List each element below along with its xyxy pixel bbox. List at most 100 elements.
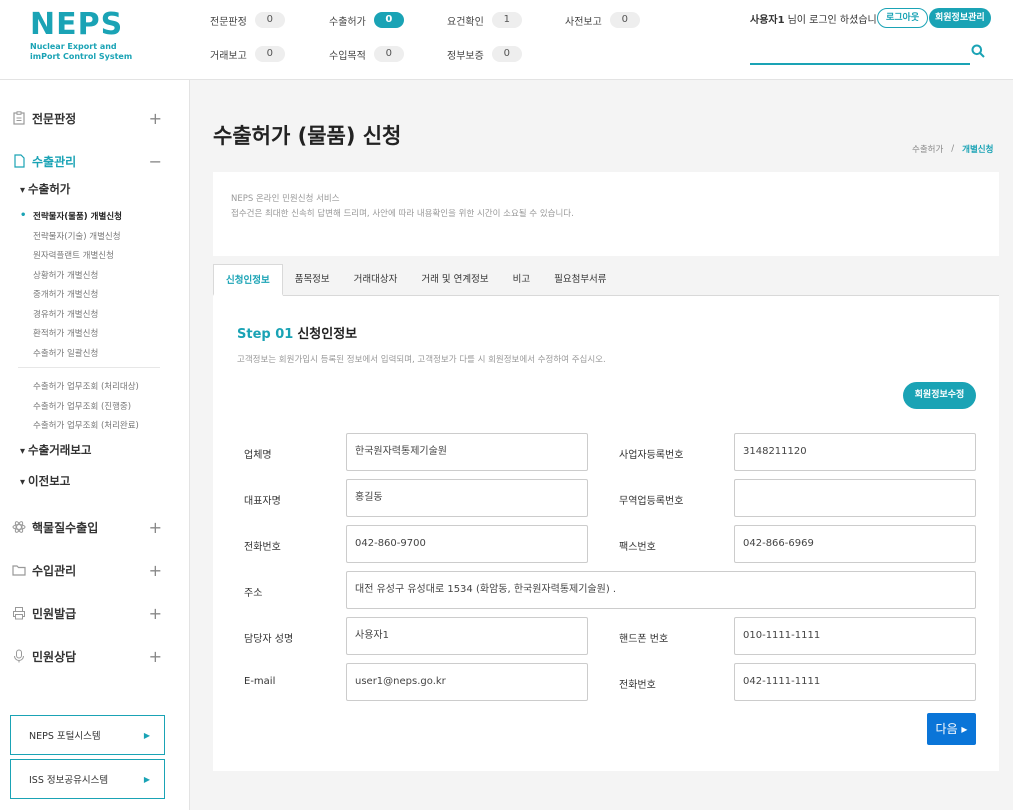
trade-number-field[interactable] <box>734 479 976 517</box>
search-icon[interactable] <box>971 44 985 58</box>
leaf-transit[interactable]: 경유허가 개별신청 <box>33 308 98 320</box>
business-number-field[interactable]: 3148211120 <box>734 433 976 471</box>
menu-label: 전문판정 <box>32 111 77 126</box>
stat-export-license[interactable]: 수출허가 0 <box>329 12 404 28</box>
step-description: 고객정보는 회원가입시 등록된 정보에서 입력되며, 고객정보가 다를 시 회원… <box>237 355 606 365</box>
sidebar-menu-certificate[interactable]: 민원발급 + <box>12 601 162 625</box>
stat-gov-guarantee[interactable]: 정부보증 0 <box>447 46 522 62</box>
label-phone-2: 전화번호 <box>619 680 656 691</box>
plus-icon[interactable]: + <box>149 518 162 537</box>
address-field[interactable]: 대전 유성구 유성대로 1534 (화암동, 한국원자력통제기술원) . <box>346 571 976 609</box>
logo-title: NEPS <box>30 7 124 42</box>
breadcrumb-item[interactable]: 수출허가 <box>912 143 943 155</box>
logout-button[interactable]: 로그아웃 <box>877 8 929 28</box>
plus-icon[interactable]: + <box>149 109 162 128</box>
sidebar: 전문판정 + 수출관리 − 수출허가 전략물자(물품) 개별신청 전략물자(기술… <box>0 80 190 810</box>
leaf-query-progress[interactable]: 수출허가 업무조회 (진행중) <box>33 400 131 412</box>
sidebar-divider <box>18 367 160 368</box>
label-business-number: 사업자등록번호 <box>619 450 684 461</box>
label-mobile: 핸드폰 번호 <box>619 634 669 645</box>
plus-icon[interactable]: + <box>149 604 162 623</box>
tab-trade-link-info[interactable]: 거래 및 연계정보 <box>409 264 500 296</box>
stat-count: 0 <box>373 12 404 28</box>
search-input[interactable] <box>750 40 970 65</box>
phone-field[interactable]: 042-860-9700 <box>346 525 588 563</box>
stat-trade-report[interactable]: 거래보고 0 <box>210 46 285 62</box>
submenu-export-license[interactable]: 수출허가 <box>20 181 70 197</box>
manager-name-field[interactable]: 사용자1 <box>346 617 588 655</box>
submenu-transfer-report[interactable]: 이전보고 <box>20 473 70 489</box>
leaf-brokerage[interactable]: 중개허가 개별신청 <box>33 288 98 300</box>
caret-right-icon: ▶ <box>143 730 150 740</box>
menu-label: 핵물질수출입 <box>32 520 99 535</box>
stat-count: 0 <box>254 12 285 28</box>
breadcrumb-separator: / <box>951 144 955 154</box>
sidebar-menu-export-management[interactable]: 수출관리 − <box>12 149 162 173</box>
company-name-field[interactable]: 한국원자력통제기술원 <box>346 433 588 471</box>
tab-item-info[interactable]: 품목정보 <box>283 264 342 296</box>
system-label: NEPS 포털시스템 <box>29 731 101 742</box>
edit-member-info-button[interactable]: 회원정보수정 <box>903 382 976 409</box>
stat-label: 거래보고 <box>210 50 247 62</box>
label-email: E-mail <box>244 676 276 687</box>
microphone-icon <box>14 649 24 663</box>
mobile-field[interactable]: 010-1111-1111 <box>734 617 976 655</box>
system-label: ISS 정보공유시스템 <box>29 775 109 786</box>
label-phone: 전화번호 <box>244 542 281 553</box>
leaf-strategic-tech[interactable]: 전략물자(기술) 개별신청 <box>33 230 121 242</box>
phone-2-field[interactable]: 042-1111-1111 <box>734 663 976 701</box>
leaf-bulk[interactable]: 수출허가 일괄신청 <box>33 347 98 359</box>
email-field[interactable]: user1@neps.go.kr <box>346 663 588 701</box>
iss-system-link[interactable]: ISS 정보공유시스템 ▶ <box>10 759 165 799</box>
stat-label: 요건확인 <box>447 16 484 28</box>
leaf-query-done[interactable]: 수출허가 업무조회 (처리완료) <box>33 419 139 431</box>
member-info-button[interactable]: 회원정보관리 <box>929 8 991 28</box>
stat-count: 0 <box>373 46 404 62</box>
ceo-name-field[interactable]: 홍길동 <box>346 479 588 517</box>
document-icon <box>14 154 25 168</box>
stat-import-purpose[interactable]: 수입목적 0 <box>329 46 404 62</box>
neps-portal-link[interactable]: NEPS 포털시스템 ▶ <box>10 715 165 755</box>
stat-prior-report[interactable]: 사전보고 0 <box>565 12 640 28</box>
label-trade-number: 무역업등록번호 <box>619 496 684 507</box>
stat-label: 수입목적 <box>329 50 366 62</box>
next-button[interactable]: 다음 ▸ <box>927 713 976 745</box>
tab-applicant-info[interactable]: 신청인정보 <box>213 264 283 296</box>
tab-trade-party[interactable]: 거래대상자 <box>342 264 410 296</box>
minus-icon[interactable]: − <box>149 152 162 171</box>
stat-requirement-check[interactable]: 요건확인 1 <box>447 12 522 28</box>
submenu-export-trade-report[interactable]: 수출거래보고 <box>20 442 91 458</box>
stat-expert-judgment[interactable]: 전문판정 0 <box>210 12 285 28</box>
sidebar-menu-import-management[interactable]: 수입관리 + <box>12 558 162 582</box>
stat-count: 0 <box>254 46 285 62</box>
atom-icon <box>12 521 26 533</box>
notice-line-2: 접수건은 최대한 신속히 답변해 드리며, 사안에 따라 내용확인을 위한 시간… <box>231 209 574 219</box>
menu-label: 수출관리 <box>32 154 77 169</box>
fax-field[interactable]: 042-866-6969 <box>734 525 976 563</box>
stat-label: 정부보증 <box>447 50 484 62</box>
user-name: 사용자1 <box>750 15 785 26</box>
leaf-transshipment[interactable]: 환적허가 개별신청 <box>33 327 98 339</box>
neps-logo[interactable]: NEPS Nuclear Export and imPort Control S… <box>30 10 132 62</box>
login-status: 사용자1 님이 로그인 하셨습니다. <box>750 11 889 26</box>
leaf-nuclear-plant[interactable]: 원자력플랜트 개별신청 <box>33 249 114 261</box>
tab-remarks[interactable]: 비고 <box>501 264 542 296</box>
stat-count: 0 <box>609 12 640 28</box>
tab-attachments[interactable]: 필요첨부서류 <box>542 264 618 296</box>
logo-subtitle-2: imPort Control System <box>30 52 133 61</box>
stat-label: 전문판정 <box>210 16 247 28</box>
menu-label: 민원상담 <box>32 649 77 664</box>
logo-subtitle-1: Nuclear Export and <box>30 42 117 51</box>
sidebar-menu-consulting[interactable]: 민원상담 + <box>12 644 162 668</box>
plus-icon[interactable]: + <box>149 647 162 666</box>
stat-label: 수출허가 <box>329 16 366 28</box>
menu-label: 수입관리 <box>32 563 77 578</box>
step-title: 신청인정보 <box>297 327 358 342</box>
stat-count: 1 <box>491 12 522 28</box>
leaf-situation[interactable]: 상황허가 개별신청 <box>33 269 98 281</box>
sidebar-menu-nuclear-material[interactable]: 핵물질수출입 + <box>12 515 162 539</box>
sidebar-menu-expert-judgment[interactable]: 전문판정 + <box>12 106 162 130</box>
leaf-query-pending[interactable]: 수출허가 업무조회 (처리대상) <box>33 380 139 392</box>
leaf-strategic-goods[interactable]: 전략물자(물품) 개별신청 <box>20 210 122 222</box>
plus-icon[interactable]: + <box>149 561 162 580</box>
